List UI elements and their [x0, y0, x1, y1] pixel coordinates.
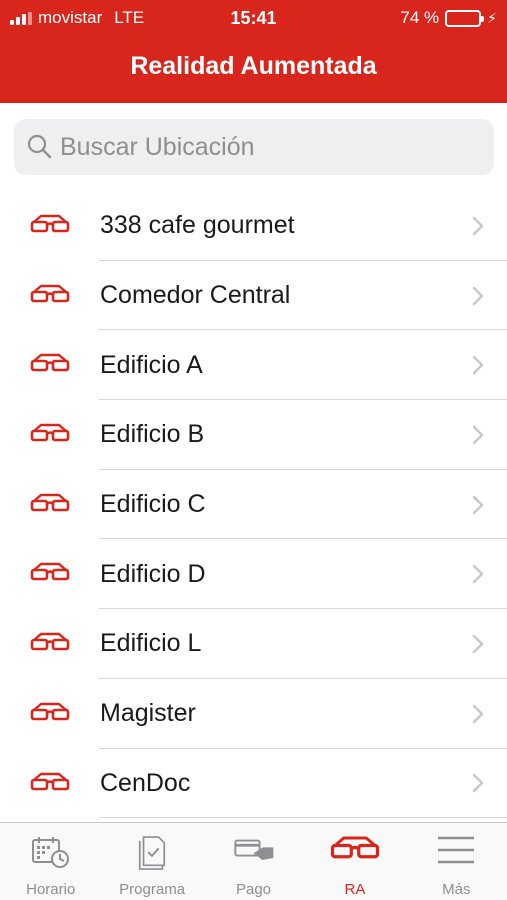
- battery-percent: 74 %: [400, 8, 440, 27]
- list-item-label: CenDoc: [100, 768, 191, 797]
- carrier-name: movistar: [38, 8, 103, 27]
- search-icon: [27, 134, 52, 159]
- search-input[interactable]: [60, 132, 480, 162]
- ar-glasses-icon: [30, 214, 70, 234]
- ar-glasses-icon: [30, 284, 70, 304]
- ar-glasses-icon: [30, 353, 70, 373]
- tab-label: Más: [442, 881, 471, 898]
- tab-label: Pago: [235, 881, 272, 898]
- list-item-label: Edificio C: [100, 490, 206, 519]
- list-item-label: 338 cafe gourmet: [100, 211, 295, 240]
- chevron-right-icon: [472, 425, 484, 445]
- list-item-label: Magister: [100, 699, 196, 728]
- menu-icon: [437, 835, 475, 870]
- signal-icon: [10, 11, 32, 25]
- chevron-right-icon: [472, 286, 484, 305]
- list-item-label: Comedor Central: [100, 281, 291, 310]
- calendar-clock-icon: [31, 835, 71, 874]
- card-payment-icon: [233, 835, 275, 868]
- page-title: Realidad Aumentada: [130, 52, 377, 80]
- tab-ra[interactable]: RA: [304, 823, 405, 900]
- ar-glasses-icon: [330, 835, 380, 866]
- list-item[interactable]: Edificio L: [0, 609, 507, 679]
- list-item-label: Edificio D: [100, 559, 206, 588]
- list-item[interactable]: Edificio D: [0, 539, 507, 610]
- tab-bar: Horario Programa Pago RA Más: [0, 822, 507, 900]
- status-right: 74 % ⚡: [400, 8, 497, 28]
- battery-icon: [445, 9, 485, 27]
- tab-horario[interactable]: Horario: [0, 823, 101, 900]
- tab-m-s[interactable]: Más: [406, 823, 507, 900]
- ar-glasses-icon: [30, 423, 70, 443]
- chevron-right-icon: [472, 704, 484, 723]
- network-type: LTE: [114, 8, 145, 27]
- tab-pago[interactable]: Pago: [203, 823, 304, 900]
- charging-bolt-icon: ⚡: [487, 9, 497, 26]
- search-bar[interactable]: [14, 119, 494, 175]
- location-list: 338 cafe gourmet Comedor Central Edifici…: [0, 191, 507, 819]
- tab-label: Horario: [26, 881, 76, 898]
- ar-glasses-icon: [30, 493, 70, 513]
- ar-glasses-icon: [30, 772, 70, 792]
- list-item[interactable]: Magister: [0, 679, 507, 749]
- chevron-right-icon: [472, 495, 484, 514]
- chevron-right-icon: [472, 216, 484, 236]
- list-item[interactable]: Edificio C: [0, 470, 507, 540]
- list-item[interactable]: Edificio A: [0, 330, 507, 401]
- header: movistar LTE 15:41 74 % ⚡ Realidad Aumen…: [0, 0, 507, 103]
- ar-glasses-icon: [30, 702, 70, 722]
- tab-label: RA: [344, 881, 366, 898]
- ar-glasses-icon: [30, 632, 70, 652]
- chevron-right-icon: [472, 356, 484, 375]
- list-item[interactable]: Edificio B: [0, 400, 507, 470]
- list-item[interactable]: Comedor Central: [0, 261, 507, 331]
- ar-glasses-icon: [30, 562, 70, 582]
- row-separator: [99, 817, 507, 819]
- chevron-right-icon: [472, 634, 484, 654]
- list-item-label: Edificio A: [100, 350, 203, 379]
- chevron-right-icon: [472, 774, 484, 793]
- list-item[interactable]: 338 cafe gourmet: [0, 191, 507, 261]
- list-item-label: Edificio L: [100, 629, 202, 658]
- tab-programa[interactable]: Programa: [101, 823, 202, 900]
- list-item[interactable]: CenDoc: [0, 749, 507, 819]
- chevron-right-icon: [472, 565, 484, 584]
- status-bar: movistar LTE 15:41 74 % ⚡: [0, 0, 507, 36]
- tab-label: Programa: [119, 881, 186, 898]
- status-left: movistar LTE: [10, 8, 144, 28]
- list-item-label: Edificio B: [100, 420, 205, 449]
- document-check-icon: [136, 835, 168, 878]
